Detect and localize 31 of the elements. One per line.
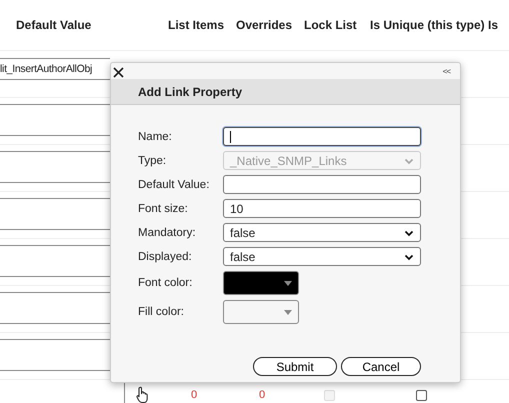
text-field[interactable]: 10 bbox=[223, 199, 421, 218]
default-value-field[interactable]: lit_InsertAuthorAllObj bbox=[0, 58, 110, 80]
column-header: List Items bbox=[167, 18, 226, 32]
text-field[interactable] bbox=[223, 175, 421, 194]
caret-icon bbox=[284, 280, 292, 286]
field-label: Default Value: bbox=[138, 178, 210, 190]
field-label: Fill color: bbox=[138, 306, 186, 318]
text-field[interactable] bbox=[223, 127, 421, 146]
field-label: Name: bbox=[138, 130, 173, 142]
dialog-title: Add Link Property bbox=[138, 84, 242, 98]
submit-button[interactable]: Submit bbox=[253, 357, 337, 376]
select-field[interactable]: false bbox=[223, 223, 421, 242]
collapse-button[interactable]: << bbox=[442, 66, 450, 76]
field-label: Font color: bbox=[138, 277, 194, 289]
unique-checkbox[interactable] bbox=[416, 390, 426, 400]
field-label: Font size: bbox=[138, 202, 189, 214]
column-header: Lock List bbox=[303, 18, 358, 32]
list-items-count: 0 bbox=[190, 389, 198, 401]
hand-cursor-icon bbox=[136, 386, 150, 403]
field-label: Mandatory: bbox=[138, 226, 197, 238]
caret-icon bbox=[284, 310, 292, 314]
column-header: Default Value bbox=[15, 18, 92, 32]
select-field[interactable]: false bbox=[223, 247, 421, 266]
cancel-button[interactable]: Cancel bbox=[341, 357, 421, 376]
color-picker[interactable] bbox=[223, 271, 299, 295]
overrides-count: 0 bbox=[258, 389, 266, 401]
color-picker[interactable] bbox=[223, 300, 299, 324]
column-header: Overrides bbox=[235, 18, 294, 32]
close-icon[interactable] bbox=[113, 67, 124, 78]
field-label: Type: bbox=[138, 154, 168, 166]
field-label: Displayed: bbox=[138, 250, 193, 262]
